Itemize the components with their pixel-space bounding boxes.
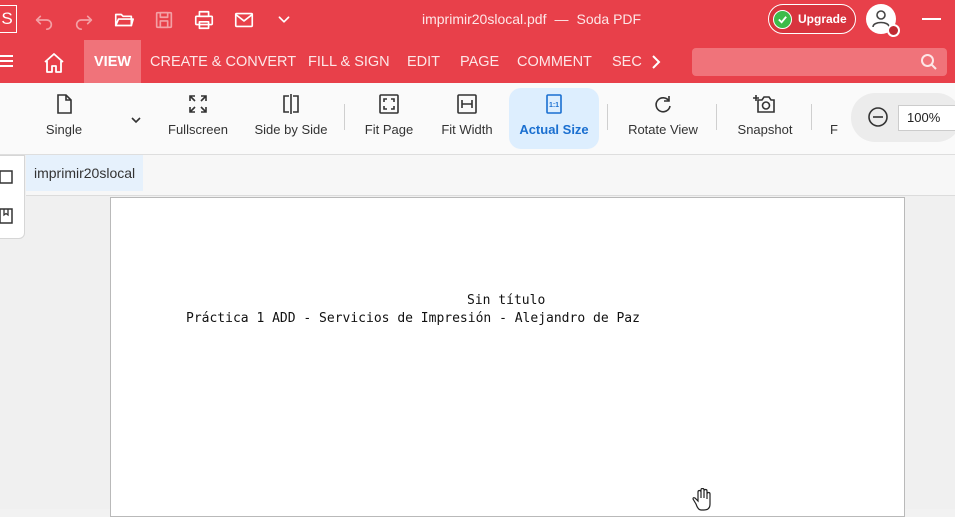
thumbnails-icon[interactable] (0, 170, 13, 184)
zoom-level-input[interactable]: 100% (898, 105, 955, 131)
overflow-label: F (830, 122, 838, 137)
tab-secure[interactable]: SEC (612, 40, 642, 83)
chevron-right-icon[interactable] (646, 52, 666, 72)
bookmark-icon[interactable] (0, 208, 13, 224)
ribbon-divider (607, 104, 608, 130)
upgrade-label: Upgrade (798, 12, 847, 26)
document-tab[interactable]: imprimir20slocal (26, 155, 144, 191)
fullscreen-label: Fullscreen (168, 122, 228, 137)
fit-width-button[interactable]: Fit Width (439, 83, 495, 153)
fit-page-button[interactable]: Fit Page (362, 83, 416, 153)
rotate-view-button[interactable]: Rotate View (626, 83, 700, 153)
actual-size-button[interactable]: 1:1 Actual Size (509, 88, 599, 149)
notification-dot (887, 24, 900, 37)
actual-size-label: Actual Size (519, 122, 589, 137)
ribbon-divider (811, 104, 812, 130)
document-tabs (26, 155, 955, 196)
side-by-side-icon (283, 94, 299, 114)
ribbon-divider (716, 104, 717, 130)
fit-page-icon (379, 94, 399, 114)
side-panel (0, 155, 25, 239)
single-page-button[interactable]: Single (40, 83, 88, 153)
document-name: imprimir20slocal.pdf (422, 11, 547, 27)
search-input[interactable] (692, 48, 947, 76)
page-subtitle-text: Práctica 1 ADD - Servicios de Impresión … (186, 311, 640, 326)
save-icon[interactable] (151, 7, 177, 33)
overflow-button[interactable]: F (826, 83, 842, 153)
svg-text:1:1: 1:1 (549, 102, 559, 109)
pdf-page (110, 197, 905, 517)
minimize-icon[interactable] (922, 18, 941, 20)
user-avatar[interactable] (866, 4, 900, 37)
page-layout-dropdown[interactable] (126, 83, 146, 153)
hamburger-menu-icon[interactable] (0, 55, 13, 57)
redo-icon[interactable] (71, 7, 97, 33)
tab-comment[interactable]: COMMENT (517, 40, 592, 83)
rotate-icon (655, 96, 671, 113)
open-folder-icon[interactable] (111, 7, 137, 33)
snapshot-button[interactable]: Snapshot (735, 83, 795, 153)
fit-width-label: Fit Width (441, 122, 493, 137)
chevron-down-icon (131, 117, 141, 124)
search-icon[interactable] (920, 53, 938, 71)
undo-icon[interactable] (31, 7, 57, 33)
side-by-side-label: Side by Side (254, 122, 328, 137)
fit-width-icon (457, 94, 477, 114)
camera-icon (753, 95, 775, 113)
title-separator: — (554, 11, 569, 27)
side-by-side-button[interactable]: Side by Side (254, 83, 328, 153)
snapshot-label: Snapshot (737, 122, 793, 137)
app-name: Soda PDF (576, 11, 642, 27)
tab-view[interactable]: VIEW (84, 40, 142, 83)
hand-cursor-icon (690, 487, 718, 512)
check-icon (773, 9, 792, 29)
soda-logo: S (0, 5, 17, 33)
fullscreen-button[interactable]: Fullscreen (165, 83, 231, 153)
rotate-view-label: Rotate View (628, 122, 698, 137)
page-title-text: Sin título (467, 293, 546, 308)
fullscreen-icon (189, 95, 207, 113)
home-icon[interactable] (42, 51, 66, 75)
zoom-out-icon[interactable] (867, 106, 889, 128)
actual-size-icon: 1:1 (546, 94, 562, 114)
page-icon (57, 94, 72, 114)
chevron-down-icon[interactable] (271, 7, 297, 33)
tab-create-convert[interactable]: CREATE & CONVERT (150, 40, 296, 83)
tab-fill-sign[interactable]: FILL & SIGN (308, 40, 390, 83)
tab-edit[interactable]: EDIT (407, 40, 440, 83)
email-icon[interactable] (231, 7, 257, 33)
ribbon-divider (344, 104, 345, 130)
print-icon[interactable] (191, 7, 217, 33)
single-label: Single (45, 122, 83, 137)
fit-page-label: Fit Page (364, 122, 414, 137)
window-title: imprimir20slocal.pdf — Soda PDF (422, 11, 641, 27)
tab-page[interactable]: PAGE (460, 40, 499, 83)
upgrade-button[interactable]: Upgrade (768, 4, 856, 34)
